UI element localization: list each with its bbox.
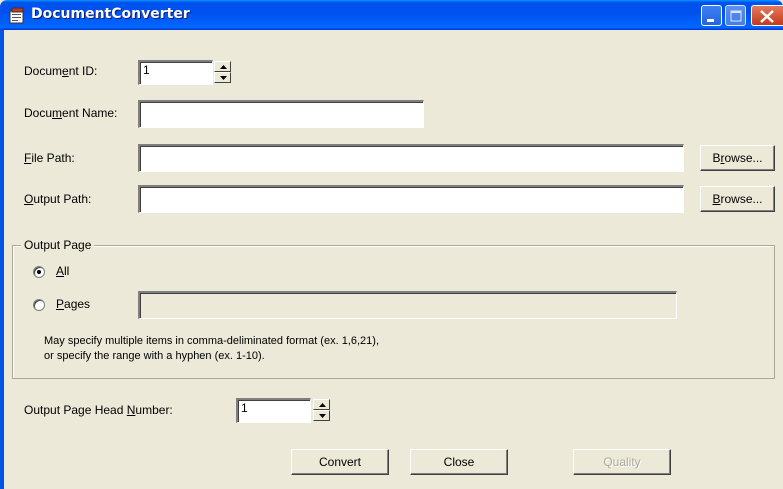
document-id-label: Document ID: [24,64,98,78]
spin-up-icon[interactable] [214,61,231,72]
quality-button: Quality [573,449,671,475]
minimize-button[interactable] [701,5,722,26]
output-path-label: Output Path: [24,192,92,206]
maximize-icon [730,10,742,22]
document-converter-window: DocumentConverter Document ID: 1 Documen… [0,0,783,489]
close-window-button[interactable] [751,5,783,26]
pages-note-line-1: May specify multiple items in comma-deli… [44,335,380,347]
file-path-input[interactable] [138,144,684,172]
pages-label[interactable]: Pages [56,297,90,311]
head-number-label: Output Page Head Number: [24,403,173,417]
spin-up-icon[interactable] [313,399,330,410]
all-pages-label[interactable]: All [56,264,69,278]
window-title: DocumentConverter [31,6,190,22]
document-id-input[interactable]: 1 [138,60,213,85]
close-button[interactable]: Close [410,449,508,475]
window-frame-left [0,30,4,489]
document-app-icon [9,7,24,24]
pages-range-input[interactable] [138,291,677,319]
document-name-label: Document Name: [24,106,118,120]
output-page-group-title: Output Page [21,238,95,252]
all-pages-radio[interactable] [33,266,45,278]
maximize-button[interactable] [725,5,746,26]
pages-radio[interactable] [33,299,45,311]
minimize-icon [707,19,714,22]
document-name-input[interactable] [138,100,424,128]
document-id-spinner[interactable] [214,61,231,83]
close-icon [760,10,774,23]
title-bar[interactable]: DocumentConverter [0,0,783,30]
convert-button[interactable]: Convert [291,449,389,475]
output-path-input[interactable] [138,185,684,213]
spin-down-icon[interactable] [214,72,231,83]
head-number-spinner[interactable] [313,399,330,421]
file-path-label: File Path: [24,151,75,165]
radio-selected-dot [37,270,41,274]
file-path-browse-button[interactable]: Browse... [700,145,775,171]
output-path-browse-button[interactable]: Browse... [700,186,775,212]
head-number-input[interactable]: 1 [236,398,311,423]
pages-note-line-2: or specify the range with a hyphen (ex. … [44,350,265,362]
spin-down-icon[interactable] [313,410,330,421]
